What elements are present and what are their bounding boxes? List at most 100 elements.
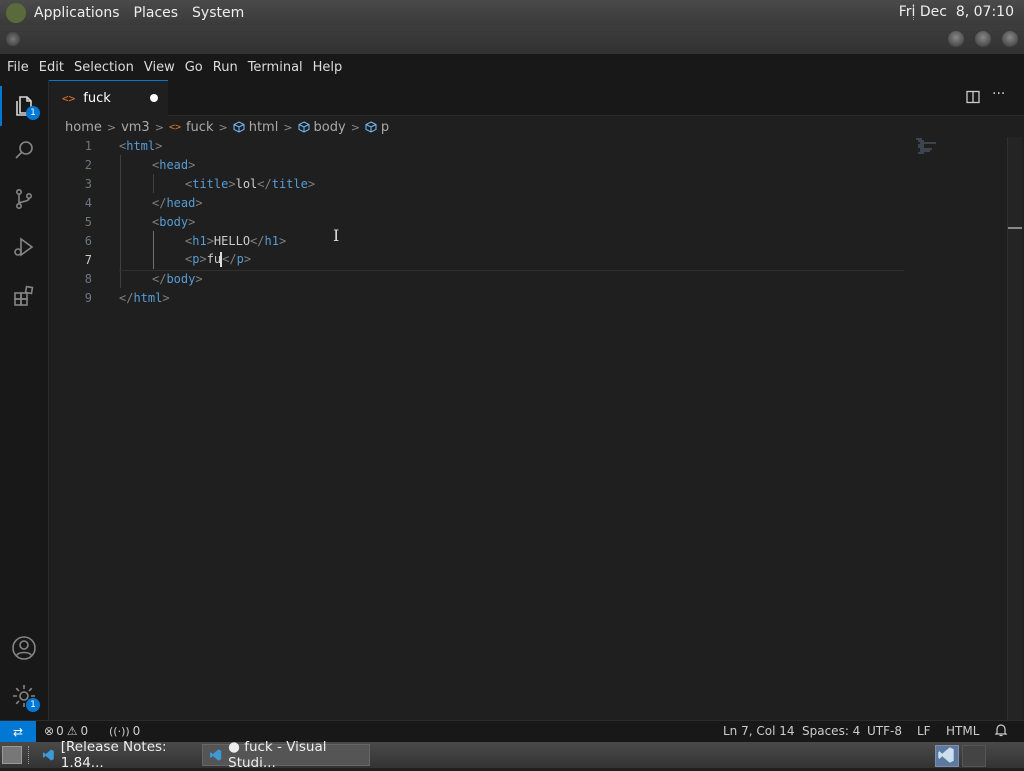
minimap[interactable] xyxy=(916,138,940,154)
tag-bracket: > xyxy=(278,233,287,248)
tab-label: fuck xyxy=(83,91,111,106)
vscode-icon xyxy=(938,747,954,763)
line-number: 1 xyxy=(84,138,92,153)
chevron-right-icon: > xyxy=(106,120,117,134)
html-file-icon: <> xyxy=(62,92,76,105)
source-control-button[interactable] xyxy=(0,177,48,221)
menu-places[interactable]: Places xyxy=(134,5,179,21)
system-top-panel: Applications Places System Fri Dec 8, 07… xyxy=(0,0,1024,25)
code-line[interactable]: 6 <h1>HELLO</h1> xyxy=(49,231,1007,250)
line-number: 5 xyxy=(84,214,92,229)
breadcrumb-file[interactable]: <> fuck xyxy=(169,120,214,135)
code-line[interactable]: 2 <head> xyxy=(49,155,1007,174)
menu-edit[interactable]: Edit xyxy=(34,60,69,75)
task-vscode-fuck[interactable]: ● fuck - Visual Studi... xyxy=(202,739,370,771)
language-mode[interactable]: HTML xyxy=(946,724,979,738)
workspace-switcher[interactable] xyxy=(935,745,959,767)
tag-name: head xyxy=(166,195,196,210)
extensions-button[interactable] xyxy=(0,274,48,318)
code-line[interactable]: 4 </head> xyxy=(49,193,1007,212)
html-file-icon: <> xyxy=(168,121,181,133)
breadcrumb-vm3[interactable]: vm3 xyxy=(121,120,150,135)
tag-bracket: > xyxy=(155,138,163,153)
activity-bar: 1 1 xyxy=(0,80,49,720)
tag-bracket: </ xyxy=(257,176,272,191)
system-logo-icon[interactable] xyxy=(6,2,26,23)
explorer-badge: 1 xyxy=(26,106,40,120)
manage-button[interactable]: 1 xyxy=(0,674,48,718)
code-line[interactable]: 9 </html> xyxy=(49,288,1007,307)
menu-run[interactable]: Run xyxy=(208,60,243,75)
tab-fuck[interactable]: <> fuck xyxy=(49,80,168,116)
problems-indicator[interactable]: ⊗ 0 ⚠ 0 xyxy=(44,724,88,738)
close-button[interactable] xyxy=(1002,31,1018,47)
tag-bracket: > xyxy=(162,290,170,305)
ports-indicator[interactable]: ((·)) 0 xyxy=(109,724,140,738)
menu-bar: File Edit Selection View Go Run Terminal… xyxy=(0,54,1024,80)
breadcrumb-home[interactable]: home xyxy=(65,120,102,135)
tag-name: html xyxy=(126,138,156,153)
maximize-button[interactable] xyxy=(975,31,991,47)
menu-go[interactable]: Go xyxy=(180,60,208,75)
more-actions-icon[interactable]: ··· xyxy=(992,86,1005,102)
tag-name: p xyxy=(236,252,244,266)
encoding[interactable]: UTF-8 xyxy=(867,724,902,738)
code-text: </head> xyxy=(152,196,203,210)
account-icon xyxy=(12,636,36,660)
line-number: 4 xyxy=(84,195,92,210)
breadcrumb-file-label: fuck xyxy=(185,119,214,135)
menu-system[interactable]: System xyxy=(192,5,244,21)
menu-applications[interactable]: Applications xyxy=(34,5,120,21)
tag-name: html xyxy=(133,290,163,305)
code-line[interactable]: 8 </body> xyxy=(49,269,1007,288)
window-menu-icon[interactable] xyxy=(6,32,20,46)
minimize-button[interactable] xyxy=(948,31,964,47)
run-debug-button[interactable] xyxy=(0,225,48,269)
cursor-position[interactable]: Ln 7, Col 14 xyxy=(723,724,795,738)
vscode-icon xyxy=(209,749,222,761)
tag-name: h1 xyxy=(192,233,207,248)
end-of-line[interactable]: LF xyxy=(917,724,931,738)
task-release-notes[interactable]: [Release Notes: 1.84... xyxy=(36,739,200,771)
notifications-bell-icon[interactable] xyxy=(994,723,1008,740)
tag-name: h1 xyxy=(264,233,279,248)
unsaved-dot-icon[interactable] xyxy=(150,94,158,102)
code-line[interactable]: 7 <p>fu</p> xyxy=(49,250,1007,269)
code-text: <body> xyxy=(152,215,195,229)
indentation[interactable]: Spaces: 4 xyxy=(802,724,860,738)
code-line[interactable]: 3 <title>lol</title> xyxy=(49,174,1007,193)
tag-name: body xyxy=(159,214,189,229)
tag-name: title xyxy=(192,176,229,191)
error-count: 0 xyxy=(56,724,64,738)
show-desktop-icon[interactable] xyxy=(2,746,22,764)
menu-view[interactable]: View xyxy=(139,60,180,75)
code-line[interactable]: 1 <html> xyxy=(49,136,1007,155)
menu-terminal[interactable]: Terminal xyxy=(243,60,308,75)
clock[interactable]: Fri Dec 8, 07:10 xyxy=(899,4,1014,20)
workspace-2[interactable] xyxy=(962,745,986,767)
breadcrumb-p[interactable]: p xyxy=(365,120,389,135)
tag-bracket: </ xyxy=(119,290,134,305)
menu-help[interactable]: Help xyxy=(308,60,348,75)
broadcast-icon: ((·)) xyxy=(109,724,130,738)
vertical-scrollbar[interactable] xyxy=(1007,137,1022,720)
breadcrumb-html-label: html xyxy=(248,119,279,135)
explorer-button[interactable]: 1 xyxy=(0,84,48,128)
menu-selection[interactable]: Selection xyxy=(69,60,139,75)
tag-name: body xyxy=(166,271,196,286)
task-label: [Release Notes: 1.84... xyxy=(60,739,167,771)
code-line[interactable]: 5 <body> xyxy=(49,212,1007,231)
scrollbar-cursor-marker xyxy=(1008,227,1022,229)
breadcrumb-body[interactable]: body xyxy=(298,120,346,135)
split-editor-button[interactable] xyxy=(966,90,980,108)
accounts-button[interactable] xyxy=(0,626,48,670)
search-button[interactable] xyxy=(0,128,48,172)
menu-file[interactable]: File xyxy=(0,60,34,75)
warning-count: 0 xyxy=(80,724,89,738)
tag-bracket: > xyxy=(228,176,236,191)
breadcrumb-html[interactable]: html xyxy=(233,119,279,135)
code-text: <p>fu</p> xyxy=(185,252,251,267)
remote-indicator[interactable]: ⇄ xyxy=(0,721,36,743)
code-editor[interactable]: 1 <html> 2 <head> 3 <title>lol</title> 4 </head… xyxy=(49,136,1007,720)
window-title-bar[interactable] xyxy=(0,25,1024,54)
